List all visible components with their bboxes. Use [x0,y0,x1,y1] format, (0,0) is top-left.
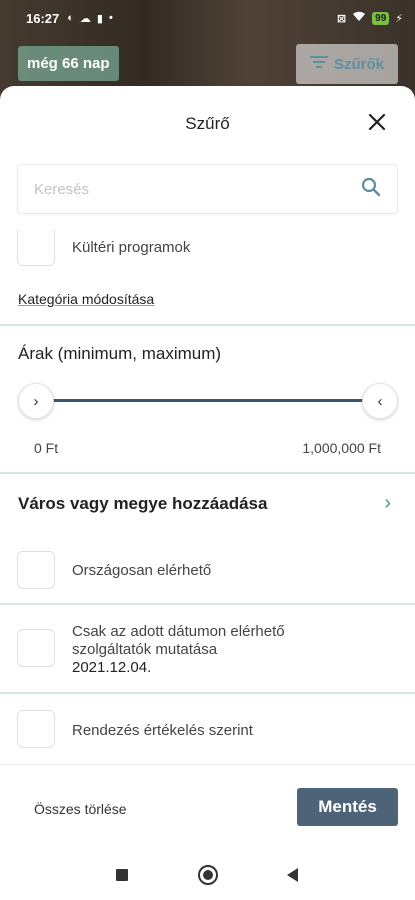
city-row-label: Város vagy megye hozzáadása [18,494,268,513]
divider [0,324,415,326]
sheet-footer: Összes törlése Mentés [0,764,415,850]
days-remaining-badge: még 66 nap [18,46,119,81]
date-only-label: Csak az adott dátumon elérhető szolgálta… [72,623,285,677]
charging-icon: ⚡ [395,12,403,25]
filter-icon [309,55,328,73]
dot-icon: • [108,12,113,24]
outdoor-programs-checkbox[interactable] [17,230,55,266]
android-nav-bar [0,850,415,900]
notification-icons: ◐ ☁ ▮ • [67,12,113,25]
cloud-icon: ☁ [79,12,91,25]
status-bar: 16:27 ◐ ☁ ▮ • ⊠ 99 ⚡ [0,0,415,36]
outdoor-programs-label: Kültéri programok [72,239,191,256]
back-icon[interactable] [287,868,298,882]
save-button[interactable]: Mentés [297,788,398,826]
sim-icon: ⊠ [336,12,347,25]
filters-button[interactable]: Szűrők [296,44,398,84]
city-row[interactable]: Város vagy megye hozzáadása › [0,472,415,538]
trash-icon: ▮ [96,12,103,25]
chevron-right-icon: › [384,492,391,514]
price-max-label: 1,000,000 Ft [302,440,381,456]
filter-sheet: Szűrő Kültéri programok Kategória módosí… [0,86,415,900]
divider [0,603,415,605]
search-input[interactable] [34,180,361,198]
date-only-label-line2: szolgáltatók mutatása [72,641,218,658]
data-saver-icon: ◐ [67,12,74,24]
price-section-title: Árak (minimum, maximum) [18,344,222,363]
search-icon[interactable] [361,177,381,202]
date-only-label-line1: Csak az adott dátumon elérhető [72,623,285,640]
clear-all-button[interactable]: Összes törlése [34,801,127,817]
category-edit-link[interactable]: Kategória módosítása [18,291,154,307]
chevron-left-icon: ‹ [377,392,383,410]
status-time: 16:27 [26,10,60,26]
sort-rating-label: Rendezés értékelés szerint [72,722,253,739]
nationwide-label: Országosan elérhető [72,562,212,579]
sheet-header: Szűrő [0,86,415,164]
filters-button-label: Szűrők [333,55,384,73]
price-slider-min-handle[interactable]: › [18,383,54,419]
nationwide-checkbox[interactable] [17,551,55,589]
date-only-checkbox[interactable] [17,629,55,667]
home-icon[interactable] [198,865,218,885]
system-icons: ⊠ 99 ⚡ [337,11,403,25]
sheet-title: Szűrő [185,114,230,133]
search-box [17,164,398,214]
sort-rating-checkbox[interactable] [17,710,55,748]
divider [0,692,415,694]
price-slider-max-handle[interactable]: ‹ [362,383,398,419]
date-only-date: 2021.12.04. [72,659,152,676]
recent-apps-icon[interactable] [116,869,128,881]
chevron-right-icon: › [33,392,39,410]
close-button[interactable] [365,110,389,134]
battery-icon: 99 [372,11,390,25]
price-slider-track[interactable] [35,399,380,402]
close-icon [368,113,386,131]
price-min-label: 0 Ft [34,440,59,456]
wifi-icon [352,11,366,25]
